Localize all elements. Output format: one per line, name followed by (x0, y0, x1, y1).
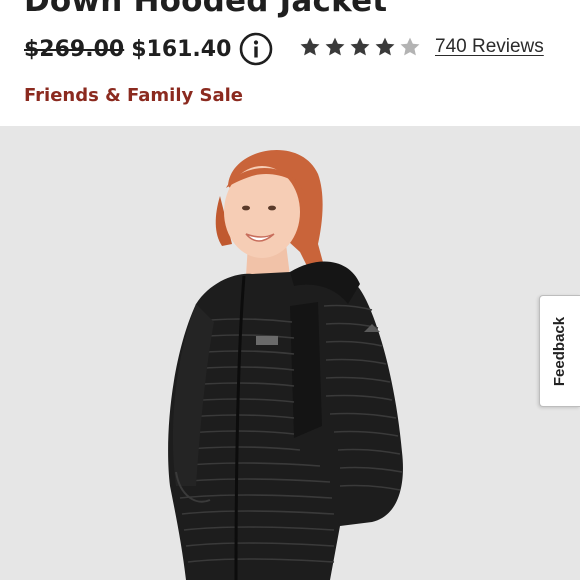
sale-price: $161.40 (131, 36, 232, 62)
star-icon (350, 37, 370, 56)
info-icon[interactable] (239, 32, 273, 66)
star-icon (375, 37, 395, 56)
promo-label: Friends & Family Sale (24, 85, 244, 106)
price-row: $269.00 $161.40 (24, 30, 273, 68)
product-photo (0, 126, 580, 580)
product-title: Down Hooded Jacket (24, 0, 388, 19)
star-icon (325, 37, 345, 56)
feedback-tab[interactable]: Feedback (539, 295, 580, 407)
star-icon (300, 37, 320, 56)
product-image[interactable] (0, 126, 580, 580)
feedback-label: Feedback (551, 316, 569, 386)
star-empty-icon (400, 37, 420, 56)
reviews-link[interactable]: 740 Reviews (435, 36, 544, 58)
rating-summary: 740 Reviews (299, 34, 544, 60)
star-rating (299, 36, 421, 58)
original-price: $269.00 (24, 36, 125, 62)
